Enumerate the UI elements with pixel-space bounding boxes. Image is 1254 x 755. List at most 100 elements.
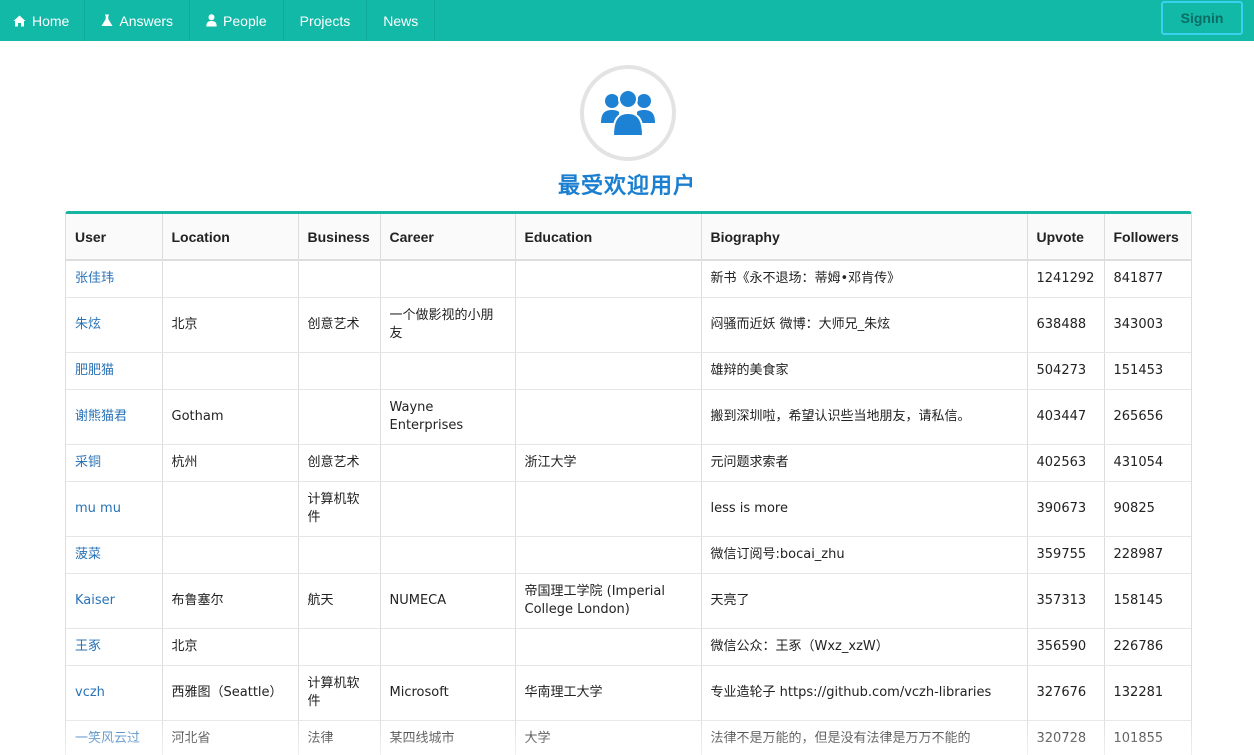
column-header-user[interactable]: User: [66, 214, 163, 261]
career-cell: 某四线城市: [380, 720, 516, 755]
business-cell: [298, 536, 381, 574]
nav-list: Home Answers People Projects News: [0, 0, 1254, 41]
table-row: 肥肥猫 雄辩的美食家 504273 151453: [66, 352, 1191, 390]
biography-cell: 雄辩的美食家: [701, 352, 1028, 390]
column-header-career[interactable]: Career: [380, 214, 516, 261]
followers-cell: 132281: [1104, 665, 1191, 721]
education-cell: 大学: [515, 720, 702, 755]
followers-cell: 90825: [1104, 481, 1191, 537]
users-table: User Location Business Career Education …: [66, 214, 1191, 755]
nav-projects-label: Projects: [299, 12, 351, 29]
upvote-cell: 356590: [1027, 628, 1105, 666]
user-link[interactable]: 肥肥猫: [66, 352, 163, 390]
table-row: 菠菜 微信订阅号:bocai_zhu 359755 228987: [66, 536, 1191, 574]
page-title: 最受欢迎用户: [557, 174, 696, 199]
education-cell: 帝国理工学院 (Imperial College London): [515, 573, 702, 629]
upvote-cell: 359755: [1027, 536, 1105, 574]
business-cell: 航天: [298, 573, 381, 629]
career-cell: [380, 628, 516, 666]
followers-cell: 841877: [1104, 260, 1191, 298]
education-cell: [515, 536, 702, 574]
education-cell: [515, 260, 702, 298]
education-cell: [515, 297, 702, 353]
biography-cell: 元问题求索者: [701, 444, 1028, 482]
user-link[interactable]: 朱炫: [66, 297, 163, 353]
career-cell: Wayne Enterprises: [380, 389, 516, 445]
biography-cell: 天亮了: [701, 573, 1028, 629]
upvote-cell: 402563: [1027, 444, 1105, 482]
education-cell: [515, 481, 702, 537]
biography-cell: 新书《永不退场：蒂姆•邓肯传》: [701, 260, 1028, 298]
signin-button[interactable]: Signin: [1161, 1, 1243, 35]
table-row: 一笑风云过 河北省 法律 某四线城市 大学 法律不是万能的，但是没有法律是万万不…: [66, 720, 1191, 755]
location-cell: 北京: [162, 297, 299, 353]
nav-news-label: News: [383, 12, 419, 29]
upvote-cell: 638488: [1027, 297, 1105, 353]
career-cell: NUMECA: [380, 573, 516, 629]
table-row: vczh 西雅图（Seattle） 计算机软件 Microsoft 华南理工大学…: [66, 665, 1191, 721]
nav-people-label: People: [223, 12, 267, 29]
table-header-row: User Location Business Career Education …: [66, 214, 1191, 261]
followers-cell: 228987: [1104, 536, 1191, 574]
user-link[interactable]: 谢熊猫君: [66, 389, 163, 445]
followers-cell: 265656: [1104, 389, 1191, 445]
followers-cell: 343003: [1104, 297, 1191, 353]
business-cell: [298, 352, 381, 390]
location-cell: 布鲁塞尔: [162, 573, 299, 629]
top-navbar: Home Answers People Projects News Signin: [0, 0, 1254, 41]
nav-news[interactable]: News: [367, 0, 436, 41]
location-cell: 杭州: [162, 444, 299, 482]
column-header-location[interactable]: Location: [162, 214, 299, 261]
column-header-upvote[interactable]: Upvote: [1027, 214, 1105, 261]
upvote-cell: 320728: [1027, 720, 1105, 755]
user-link[interactable]: 王豖: [66, 628, 163, 666]
location-cell: Gotham: [162, 389, 299, 445]
career-cell: [380, 260, 516, 298]
business-cell: 计算机软件: [298, 481, 381, 537]
users-group-icon: [601, 89, 655, 137]
column-header-followers[interactable]: Followers: [1104, 214, 1191, 261]
location-cell: 北京: [162, 628, 299, 666]
nav-projects[interactable]: Projects: [284, 0, 368, 41]
biography-cell: 法律不是万能的，但是没有法律是万万不能的: [701, 720, 1028, 755]
column-header-business[interactable]: Business: [298, 214, 381, 261]
upvote-cell: 327676: [1027, 665, 1105, 721]
career-cell: [380, 444, 516, 482]
education-cell: 华南理工大学: [515, 665, 702, 721]
location-cell: 河北省: [162, 720, 299, 755]
biography-cell: 微信订阅号:bocai_zhu: [701, 536, 1028, 574]
flask-icon: [101, 14, 113, 26]
biography-cell: 专业造轮子 https://github.com/vczh-libraries: [701, 665, 1028, 721]
user-link[interactable]: 张佳玮: [66, 260, 163, 298]
education-cell: 浙江大学: [515, 444, 702, 482]
business-cell: [298, 389, 381, 445]
location-cell: 西雅图（Seattle）: [162, 665, 299, 721]
upvote-cell: 1241292: [1027, 260, 1105, 298]
followers-cell: 158145: [1104, 573, 1191, 629]
location-cell: [162, 536, 299, 574]
column-header-education[interactable]: Education: [515, 214, 702, 261]
column-header-biography[interactable]: Biography: [701, 214, 1028, 261]
followers-cell: 101855: [1104, 720, 1191, 755]
user-link[interactable]: Kaiser: [66, 573, 163, 629]
user-link[interactable]: 一笑风云过: [66, 720, 163, 755]
user-link[interactable]: mu mu: [66, 481, 163, 537]
user-link[interactable]: 菠菜: [66, 536, 163, 574]
user-link[interactable]: vczh: [66, 665, 163, 721]
business-cell: 计算机软件: [298, 665, 381, 721]
career-cell: [380, 352, 516, 390]
nav-home[interactable]: Home: [0, 0, 86, 41]
followers-cell: 151453: [1104, 352, 1191, 390]
user-link[interactable]: 采铜: [66, 444, 163, 482]
nav-answers[interactable]: Answers: [85, 0, 191, 41]
upvote-cell: 504273: [1027, 352, 1105, 390]
upvote-cell: 390673: [1027, 481, 1105, 537]
home-icon: [13, 15, 26, 26]
location-cell: [162, 260, 299, 298]
upvote-cell: 403447: [1027, 389, 1105, 445]
table-row: 采铜 杭州 创意艺术 浙江大学 元问题求索者 402563 431054: [66, 444, 1191, 482]
nav-people[interactable]: People: [190, 0, 284, 41]
career-cell: [380, 481, 516, 537]
biography-cell: 微信公众：王豖（Wxz_xzW）: [701, 628, 1028, 666]
nav-home-label: Home: [32, 12, 70, 29]
